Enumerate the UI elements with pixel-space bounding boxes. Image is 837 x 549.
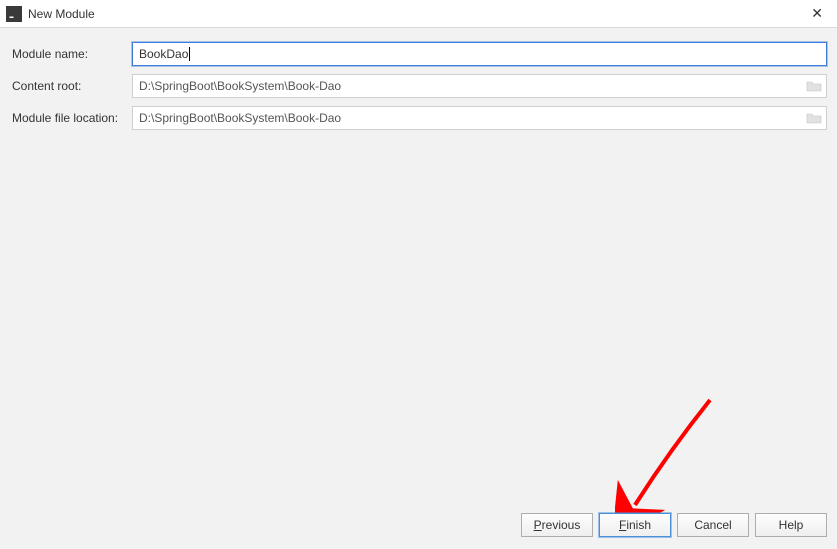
window-title: New Module (28, 7, 803, 21)
module-file-location-row: Module file location: D:\SpringBoot\Book… (10, 106, 827, 130)
module-name-value: BookDao (139, 47, 188, 61)
browse-folder-icon[interactable] (806, 79, 822, 93)
content-root-input[interactable]: D:\SpringBoot\BookSystem\Book-Dao (132, 74, 827, 98)
content-root-row: Content root: D:\SpringBoot\BookSystem\B… (10, 74, 827, 98)
previous-rest: revious (542, 518, 581, 532)
dialog-content: Module name: BookDao Content root: D:\Sp… (0, 28, 837, 152)
help-label: Help (779, 518, 804, 532)
text-caret (189, 47, 190, 61)
previous-ul: P (534, 518, 542, 532)
button-bar: Previous Finish Cancel Help (521, 513, 827, 537)
app-icon (6, 6, 22, 22)
cancel-label: Cancel (694, 518, 731, 532)
finish-rest: inish (626, 518, 651, 532)
browse-folder-icon[interactable] (806, 111, 822, 125)
module-file-location-input-wrap: D:\SpringBoot\BookSystem\Book-Dao (132, 106, 827, 130)
previous-button[interactable]: Previous (521, 513, 593, 537)
content-root-label: Content root: (10, 79, 132, 93)
finish-button[interactable]: Finish (599, 513, 671, 537)
title-bar: New Module ✕ (0, 0, 837, 28)
content-root-value: D:\SpringBoot\BookSystem\Book-Dao (139, 79, 341, 93)
help-button[interactable]: Help (755, 513, 827, 537)
module-file-location-input[interactable]: D:\SpringBoot\BookSystem\Book-Dao (132, 106, 827, 130)
module-name-row: Module name: BookDao (10, 42, 827, 66)
arrow-annotation (615, 395, 725, 525)
module-name-input-wrap: BookDao (132, 42, 827, 66)
module-name-label: Module name: (10, 47, 132, 61)
close-button[interactable]: ✕ (803, 3, 831, 24)
cancel-button[interactable]: Cancel (677, 513, 749, 537)
module-name-input[interactable]: BookDao (132, 42, 827, 66)
module-file-location-label: Module file location: (10, 111, 132, 125)
content-root-input-wrap: D:\SpringBoot\BookSystem\Book-Dao (132, 74, 827, 98)
module-file-location-value: D:\SpringBoot\BookSystem\Book-Dao (139, 111, 341, 125)
